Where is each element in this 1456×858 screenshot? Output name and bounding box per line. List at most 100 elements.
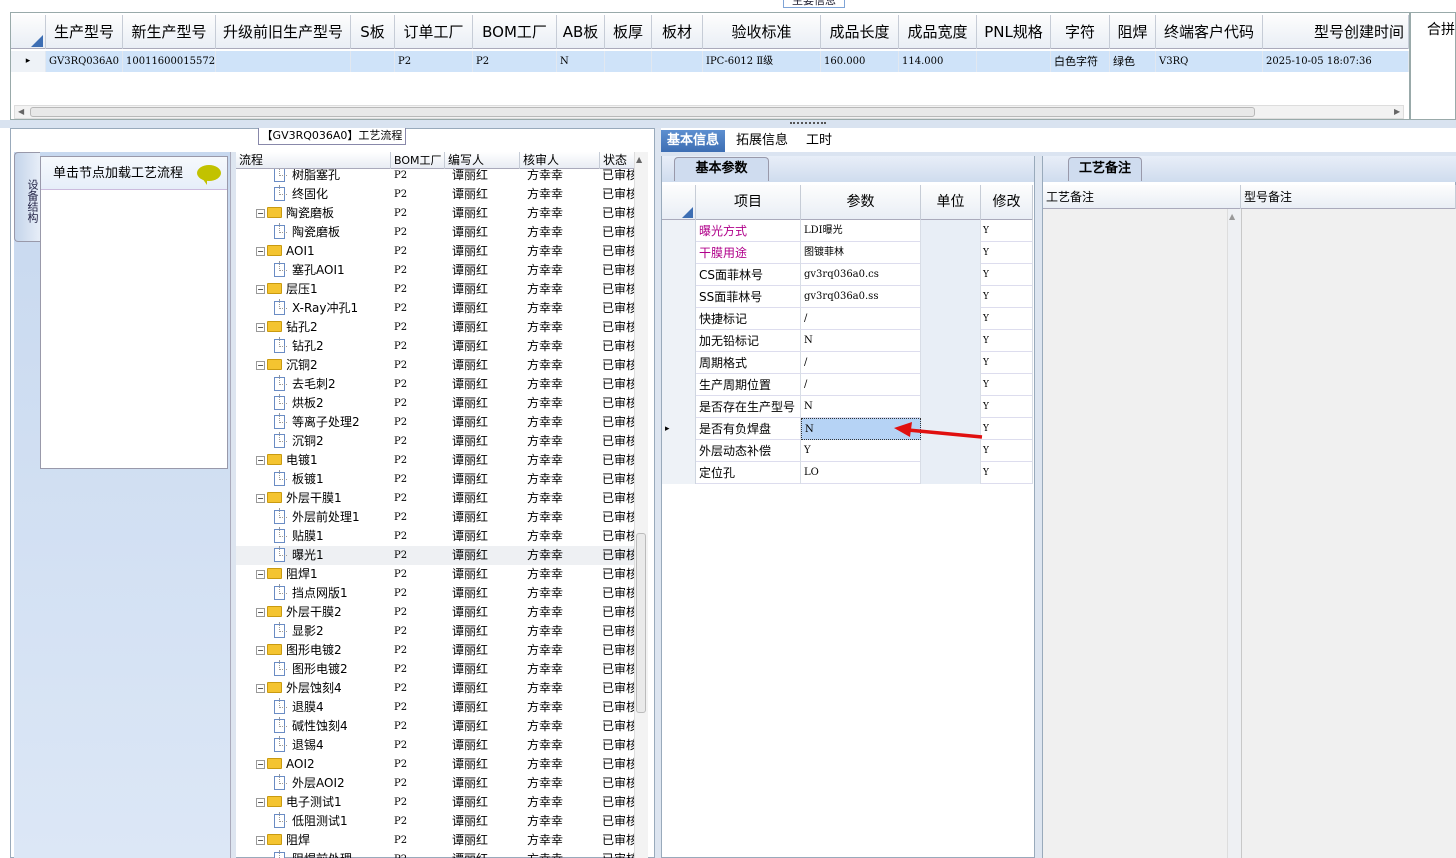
col-header-width[interactable]: 成品宽度 <box>899 15 977 49</box>
cell-new-model[interactable]: 10011600015572 <box>123 51 216 72</box>
param-row[interactable]: 加无铅标记 N Y <box>662 330 1033 352</box>
col-header-solder[interactable]: 阻焊 <box>1110 15 1156 49</box>
row-header[interactable] <box>662 220 696 242</box>
tree-row[interactable]: 图形电镀2 P2 谭丽红 方幸幸 已审核 <box>236 660 640 679</box>
remark-scroll-up-icon[interactable]: ▲ <box>1229 212 1235 221</box>
param-row[interactable]: 是否存在生产型号 N Y <box>662 396 1033 418</box>
tree-row[interactable]: 板镀1 P2 谭丽红 方幸幸 已审核 <box>236 470 640 489</box>
remark-title[interactable]: 工艺备注 <box>1068 157 1142 181</box>
param-edit[interactable]: Y <box>981 242 1033 264</box>
param-edit[interactable]: Y <box>981 374 1033 396</box>
tree-row[interactable]: − 外层蚀刻4 P2 谭丽红 方幸幸 已审核 <box>236 679 640 698</box>
param-row[interactable]: CS面菲林号 gv3rq036a0.cs Y <box>662 264 1033 286</box>
cell-char[interactable]: 白色字符 <box>1051 51 1110 72</box>
cell-order-factory[interactable]: P2 <box>395 51 473 72</box>
tree-row[interactable]: 碱性蚀刻4 P2 谭丽红 方幸幸 已审核 <box>236 717 640 736</box>
cell-pnl[interactable] <box>977 51 1051 72</box>
tree-row[interactable]: − 电子测试1 P2 谭丽红 方幸幸 已审核 <box>236 793 640 812</box>
col-header-old-model[interactable]: 升级前旧生产型号 <box>216 15 351 49</box>
row-header[interactable] <box>662 308 696 330</box>
row-header[interactable] <box>662 264 696 286</box>
col-header-order-factory[interactable]: 订单工厂 <box>395 15 473 49</box>
param-row[interactable]: 曝光方式 LDI曝光 Y <box>662 220 1033 242</box>
tree-row[interactable]: − 外层干膜1 P2 谭丽红 方幸幸 已审核 <box>236 489 640 508</box>
speech-bubble-icon[interactable] <box>197 165 221 181</box>
collapse-icon[interactable]: − <box>256 494 265 503</box>
param-unit[interactable] <box>921 352 981 374</box>
tree-row[interactable]: 终固化 P2 谭丽红 方幸幸 已审核 <box>236 185 640 204</box>
cell-ab-board[interactable]: N <box>557 51 605 72</box>
tree-row[interactable]: 外层AOI2 P2 谭丽红 方幸幸 已审核 <box>236 774 640 793</box>
cell-standard[interactable]: IPC-6012 Ⅱ级 <box>703 51 821 72</box>
collapse-icon[interactable]: − <box>256 608 265 617</box>
param-edit[interactable]: Y <box>981 396 1033 418</box>
col-header-ab-board[interactable]: AB板 <box>557 15 605 49</box>
param-row[interactable]: SS面菲林号 gv3rq036a0.ss Y <box>662 286 1033 308</box>
tree-row[interactable]: 等离子处理2 P2 谭丽红 方幸幸 已审核 <box>236 413 640 432</box>
tree-row[interactable]: − AOI2 P2 谭丽红 方幸幸 已审核 <box>236 755 640 774</box>
collapse-icon[interactable]: − <box>256 798 265 807</box>
row-header[interactable] <box>662 352 696 374</box>
collapse-icon[interactable]: − <box>256 570 265 579</box>
tree-col-reviewer[interactable]: 核审人 <box>520 152 600 169</box>
param-edit[interactable]: Y <box>981 462 1033 484</box>
remark-scrollbar[interactable] <box>1227 209 1241 858</box>
param-edit[interactable]: Y <box>981 286 1033 308</box>
collapse-icon[interactable]: − <box>256 760 265 769</box>
param-row[interactable]: 外层动态补偿 Y Y <box>662 440 1033 462</box>
row-header[interactable] <box>662 286 696 308</box>
tree-row[interactable]: 低阻测试1 P2 谭丽红 方幸幸 已审核 <box>236 812 640 831</box>
tree-row[interactable]: 塞孔AOI1 P2 谭丽红 方幸幸 已审核 <box>236 261 640 280</box>
collapse-icon[interactable]: − <box>256 247 265 256</box>
param-unit[interactable] <box>921 220 981 242</box>
table-row[interactable]: ▸ GV3RQ036A0 10011600015572 P2 P2 N IPC-… <box>11 51 1409 72</box>
col-header-length[interactable]: 成品长度 <box>821 15 899 49</box>
cell-material[interactable] <box>652 51 703 72</box>
param-value[interactable]: / <box>801 352 921 374</box>
param-unit[interactable] <box>921 374 981 396</box>
collapse-icon[interactable]: − <box>256 361 265 370</box>
param-row[interactable]: 生产周期位置 / Y <box>662 374 1033 396</box>
tree-row[interactable]: − AOI1 P2 谭丽红 方幸幸 已审核 <box>236 242 640 261</box>
tree-row[interactable]: 钻孔2 P2 谭丽红 方幸幸 已审核 <box>236 337 640 356</box>
collapse-icon[interactable]: − <box>256 646 265 655</box>
param-edit[interactable]: Y <box>981 418 1033 440</box>
param-value[interactable]: LO <box>801 462 921 484</box>
param-value[interactable]: gv3rq036a0.cs <box>801 264 921 286</box>
cell-customer[interactable]: V3RQ <box>1156 51 1263 72</box>
param-edit[interactable]: Y <box>981 440 1033 462</box>
horizontal-splitter[interactable] <box>0 120 1456 128</box>
col-header-bom-factory[interactable]: BOM工厂 <box>473 15 557 49</box>
tree-row[interactable]: − 陶瓷磨板 P2 谭丽红 方幸幸 已审核 <box>236 204 640 223</box>
tree-row[interactable]: X-Ray冲孔1 P2 谭丽红 方幸幸 已审核 <box>236 299 640 318</box>
param-unit[interactable] <box>921 264 981 286</box>
side-tab-equipment[interactable]: 设备结构 <box>14 152 40 242</box>
col-header-param[interactable]: 参数 <box>801 185 921 220</box>
param-edit[interactable]: Y <box>981 352 1033 374</box>
col-header-edit[interactable]: 修改 <box>981 185 1033 220</box>
param-unit[interactable] <box>921 308 981 330</box>
param-row[interactable]: 周期格式 / Y <box>662 352 1033 374</box>
tree-row[interactable]: 烘板2 P2 谭丽红 方幸幸 已审核 <box>236 394 640 413</box>
tree-row[interactable]: − 图形电镀2 P2 谭丽红 方幸幸 已审核 <box>236 641 640 660</box>
cell-s-board[interactable] <box>351 51 395 72</box>
tree-row[interactable]: 显影2 P2 谭丽红 方幸幸 已审核 <box>236 622 640 641</box>
param-value[interactable]: 图镀菲林 <box>801 242 921 264</box>
tree-row[interactable]: 贴膜1 P2 谭丽红 方幸幸 已审核 <box>236 527 640 546</box>
col-header-s-board[interactable]: S板 <box>351 15 395 49</box>
merge-header[interactable]: 合拼 <box>1427 19 1455 39</box>
col-header-char[interactable]: 字符 <box>1051 15 1110 49</box>
param-edit[interactable]: Y <box>981 264 1033 286</box>
col-header-unit[interactable]: 单位 <box>921 185 981 220</box>
col-header-pnl[interactable]: PNL规格 <box>977 15 1051 49</box>
tab-extended-info[interactable]: 拓展信息 <box>730 130 794 152</box>
scroll-up-icon[interactable]: ▲ <box>636 155 642 164</box>
col-header-standard[interactable]: 验收标准 <box>703 15 821 49</box>
param-unit[interactable] <box>921 462 981 484</box>
tree-row[interactable]: 挡点网版1 P2 谭丽红 方幸幸 已审核 <box>236 584 640 603</box>
collapse-icon[interactable]: − <box>256 456 265 465</box>
param-unit[interactable] <box>921 396 981 418</box>
param-row[interactable]: 定位孔 LO Y <box>662 462 1033 484</box>
col-header-customer[interactable]: 终端客户代码 <box>1156 15 1263 49</box>
tree-row[interactable]: − 外层干膜2 P2 谭丽红 方幸幸 已审核 <box>236 603 640 622</box>
